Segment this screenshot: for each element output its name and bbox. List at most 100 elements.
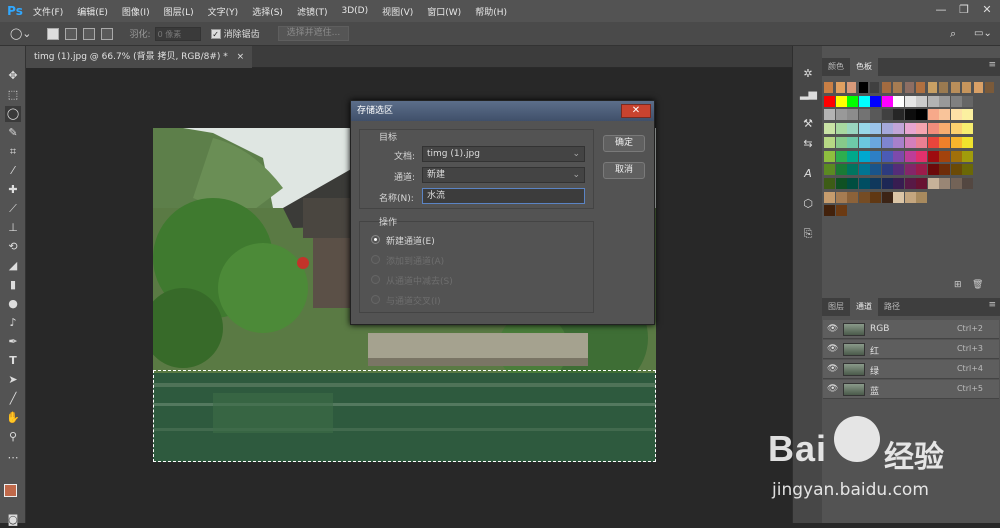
minimize-button[interactable]: — (930, 2, 952, 18)
tab-color[interactable]: 颜色 (822, 58, 850, 76)
antialias-checkbox[interactable]: ✓ (210, 28, 221, 39)
color-swatch[interactable] (962, 82, 971, 93)
color-swatch[interactable] (916, 150, 927, 162)
color-swatch[interactable] (904, 109, 916, 121)
color-swatch[interactable] (893, 164, 904, 176)
color-swatch[interactable] (835, 205, 847, 217)
color-swatch[interactable] (824, 164, 835, 176)
color-swatch[interactable] (904, 95, 916, 107)
color-swatch[interactable] (893, 177, 904, 189)
stamp-tool-icon[interactable]: ⊥ (5, 220, 21, 236)
color-swatch[interactable] (835, 164, 847, 176)
color-swatch[interactable] (835, 136, 847, 148)
cancel-button[interactable]: 取消 (603, 162, 645, 179)
channel-row-green[interactable]: 👁 绿 Ctrl+4 (823, 360, 999, 379)
color-swatch[interactable] (870, 82, 879, 93)
dialog-close-button[interactable]: ✕ (621, 104, 651, 118)
eraser-tool-icon[interactable]: ◢ (5, 258, 21, 274)
color-swatch[interactable] (939, 123, 950, 135)
ok-button[interactable]: 确定 (603, 135, 645, 152)
color-swatch[interactable] (916, 136, 927, 148)
menu-select[interactable]: 选择(S) (245, 5, 290, 18)
hand-tool-icon[interactable]: ✋ (5, 410, 21, 426)
color-swatch[interactable] (950, 177, 962, 189)
histogram-icon[interactable]: ▂▅ (800, 86, 817, 102)
restore-button[interactable]: ❐ (953, 2, 975, 18)
color-swatch[interactable] (950, 95, 962, 107)
color-swatch[interactable] (962, 109, 973, 121)
color-swatch[interactable] (881, 95, 893, 107)
visibility-eye-icon[interactable]: 👁 (827, 344, 838, 354)
color-swatch[interactable] (870, 95, 881, 107)
color-swatch[interactable] (962, 123, 973, 135)
color-swatch[interactable] (870, 164, 881, 176)
new-selection-icon[interactable] (46, 27, 59, 40)
menu-type[interactable]: 文字(Y) (201, 5, 246, 18)
color-swatch[interactable] (835, 123, 847, 135)
type-tool-icon[interactable]: T (5, 353, 21, 369)
line-tool-icon[interactable]: ╱ (5, 391, 21, 407)
color-swatch[interactable] (893, 123, 904, 135)
color-swatch[interactable] (916, 191, 927, 203)
subtract-from-channel-radio[interactable] (371, 275, 380, 284)
color-swatch[interactable] (824, 109, 835, 121)
color-swatch[interactable] (870, 123, 881, 135)
add-to-channel-radio[interactable] (371, 255, 380, 264)
menu-filter[interactable]: 滤镜(T) (290, 5, 335, 18)
lasso-tool-preset-icon[interactable]: ◯⌄ (10, 27, 32, 40)
color-swatch[interactable] (881, 164, 893, 176)
color-swatch[interactable] (950, 123, 962, 135)
color-swatch[interactable] (858, 95, 870, 107)
color-swatch[interactable] (962, 164, 973, 176)
color-swatch[interactable] (858, 191, 870, 203)
color-swatch[interactable] (847, 95, 858, 107)
color-swatch[interactable] (904, 177, 916, 189)
channel-row-blue[interactable]: 👁 蓝 Ctrl+5 (823, 380, 999, 399)
channel-select[interactable]: 新建 ⌄ (422, 167, 585, 183)
color-swatch[interactable] (904, 136, 916, 148)
color-swatch[interactable] (904, 191, 916, 203)
foreground-color-swatch[interactable] (4, 484, 17, 497)
color-swatch[interactable] (824, 95, 835, 107)
tab-swatches[interactable]: 色板 (850, 58, 878, 76)
lasso-tool-icon[interactable]: ◯ (5, 106, 21, 122)
color-swatch[interactable] (847, 123, 858, 135)
menu-image[interactable]: 图像(I) (115, 5, 157, 18)
search-icon[interactable]: ⌕ (950, 27, 956, 41)
workspace-icon[interactable]: ▭⌄ (974, 28, 992, 39)
color-swatch[interactable] (870, 177, 881, 189)
color-swatch[interactable] (858, 177, 870, 189)
channel-row-rgb[interactable]: 👁 RGB Ctrl+2 (823, 320, 999, 339)
color-swatch[interactable] (824, 191, 835, 203)
brush-settings-icon[interactable]: ⚒ (800, 116, 816, 132)
color-swatch[interactable] (881, 191, 893, 203)
tab-layers[interactable]: 图层 (822, 298, 850, 316)
tab-channels[interactable]: 通道 (850, 298, 878, 316)
color-swatch[interactable] (847, 136, 858, 148)
add-to-selection-icon[interactable] (64, 27, 77, 40)
color-swatch[interactable] (824, 123, 835, 135)
new-swatch-icon[interactable]: ⊞ (954, 280, 962, 290)
color-swatch[interactable] (847, 150, 858, 162)
color-swatch[interactable] (858, 164, 870, 176)
close-window-button[interactable]: ✕ (976, 2, 998, 18)
color-swatch[interactable] (881, 136, 893, 148)
color-swatch[interactable] (847, 164, 858, 176)
color-swatch[interactable] (950, 109, 962, 121)
color-swatch[interactable] (847, 177, 858, 189)
subtract-from-selection-icon[interactable] (82, 27, 95, 40)
marquee-tool-icon[interactable]: ⬚ (5, 87, 21, 103)
color-swatch[interactable] (904, 150, 916, 162)
color-swatch[interactable] (881, 109, 893, 121)
color-swatch[interactable] (824, 177, 835, 189)
color-swatch[interactable] (962, 136, 973, 148)
color-swatch[interactable] (870, 150, 881, 162)
brush-tool-icon[interactable]: ⟋ (5, 201, 21, 217)
delete-swatch-icon[interactable]: 🗑 (972, 280, 983, 290)
color-swatch[interactable] (835, 109, 847, 121)
channel-row-red[interactable]: 👁 红 Ctrl+3 (823, 340, 999, 359)
color-swatch[interactable] (904, 82, 914, 93)
color-swatch[interactable] (916, 109, 927, 121)
close-tab-icon[interactable]: × (237, 52, 245, 62)
healing-brush-tool-icon[interactable]: ✚ (5, 182, 21, 198)
